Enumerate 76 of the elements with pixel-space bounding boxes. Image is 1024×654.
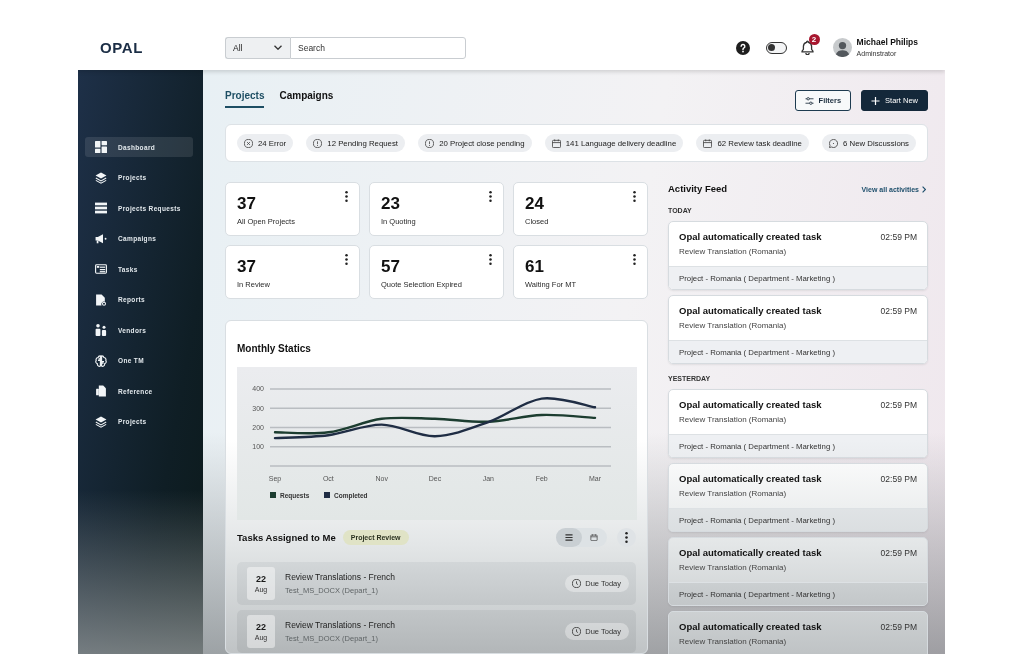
activity-detail: Review Translation (Romania)	[679, 563, 788, 573]
activity-time: 02:59 PM	[880, 473, 917, 485]
section-title: Activity Feed	[668, 183, 728, 195]
help-icon[interactable]	[735, 40, 750, 55]
activity-time: 02:59 PM	[880, 231, 917, 243]
plus-icon	[871, 96, 881, 105]
list-view-button[interactable]	[556, 528, 582, 547]
calendar-icon	[551, 138, 561, 148]
date-day: 22	[256, 573, 266, 585]
megaphone-icon	[95, 232, 107, 245]
activity-time: 02:59 PM	[880, 305, 917, 317]
activity-card[interactable]: Opal automatically created task 02:59 PM Review Translation (Romania)	[668, 611, 928, 654]
more-vertical-icon[interactable]	[489, 254, 492, 265]
x-circle-icon	[244, 138, 253, 148]
clock-icon	[572, 627, 582, 636]
activity-detail: Review Translation (Romania)	[679, 415, 788, 425]
window-list-icon	[95, 263, 107, 275]
chat-bubble-icon	[829, 138, 839, 148]
tab[interactable]: Campaigns	[279, 86, 334, 108]
chart-title: Monthly Statics	[237, 343, 312, 355]
scope-dropdown[interactable]: All	[225, 36, 290, 59]
task-title: Review Translations - French	[285, 619, 397, 631]
activity-time: 02:59 PM	[880, 621, 917, 633]
exclamation-circle-icon	[425, 138, 435, 148]
date-day: 22	[256, 621, 266, 633]
bell-icon[interactable]	[800, 40, 814, 55]
more-vertical-icon[interactable]	[345, 254, 348, 265]
clock-icon	[572, 579, 582, 588]
task-title: Review Translations - French	[285, 571, 397, 583]
section-title: Tasks Assigned to Me	[237, 531, 336, 544]
activity-time: 02:59 PM	[880, 547, 917, 559]
activity-detail: Review Translation (Romania)	[679, 637, 788, 647]
list-icon	[564, 534, 573, 541]
activity-title: Opal automatically created task	[679, 473, 822, 485]
more-vertical-icon[interactable]	[345, 191, 348, 202]
dashboard-icon	[95, 141, 107, 153]
more-vertical-icon	[625, 532, 628, 543]
brain-icon	[95, 354, 107, 367]
search-field[interactable]: Search	[290, 36, 466, 59]
toggle-switch[interactable]	[765, 41, 787, 54]
people-icon	[95, 324, 107, 336]
more-options-button[interactable]	[617, 528, 636, 547]
activity-title: Opal automatically created task	[679, 547, 822, 559]
more-vertical-icon[interactable]	[489, 191, 492, 202]
chevron-right-icon	[922, 185, 926, 193]
activity-detail: Review Translation (Romania)	[679, 321, 788, 331]
logo: OPAL	[100, 38, 144, 57]
stat-value: 37	[237, 257, 256, 277]
activity-time: 02:59 PM	[880, 399, 917, 411]
calendar-icon	[590, 534, 599, 541]
tab[interactable]: Projects	[225, 86, 265, 108]
stat-value: 23	[381, 194, 400, 214]
layers-icon	[95, 415, 107, 428]
stat-value: 61	[525, 257, 544, 277]
stat-value: 57	[381, 257, 400, 277]
chevron-down-icon	[274, 45, 282, 50]
layers-icon	[95, 171, 107, 184]
stat-value: 37	[237, 194, 256, 214]
calendar-icon	[703, 138, 713, 148]
activity-title: Opal automatically created task	[679, 231, 822, 243]
user-name: Michael Philips	[856, 37, 918, 47]
activity-detail: Review Translation (Romania)	[679, 247, 788, 257]
list-icon	[95, 202, 107, 214]
more-vertical-icon[interactable]	[633, 191, 636, 202]
exclamation-circle-icon	[313, 138, 323, 148]
activity-title: Opal automatically created task	[679, 621, 822, 633]
activity-title: Opal automatically created task	[679, 305, 822, 317]
document-gear-icon	[95, 293, 107, 306]
stat-value: 24	[525, 194, 544, 214]
avatar-icon[interactable]	[832, 38, 852, 57]
activity-title: Opal automatically created task	[679, 399, 822, 411]
activity-detail: Review Translation (Romania)	[679, 489, 788, 499]
document-icon	[95, 385, 107, 397]
more-vertical-icon[interactable]	[633, 254, 636, 265]
notification-badge: 2	[808, 34, 820, 45]
sliders-icon	[804, 96, 814, 105]
